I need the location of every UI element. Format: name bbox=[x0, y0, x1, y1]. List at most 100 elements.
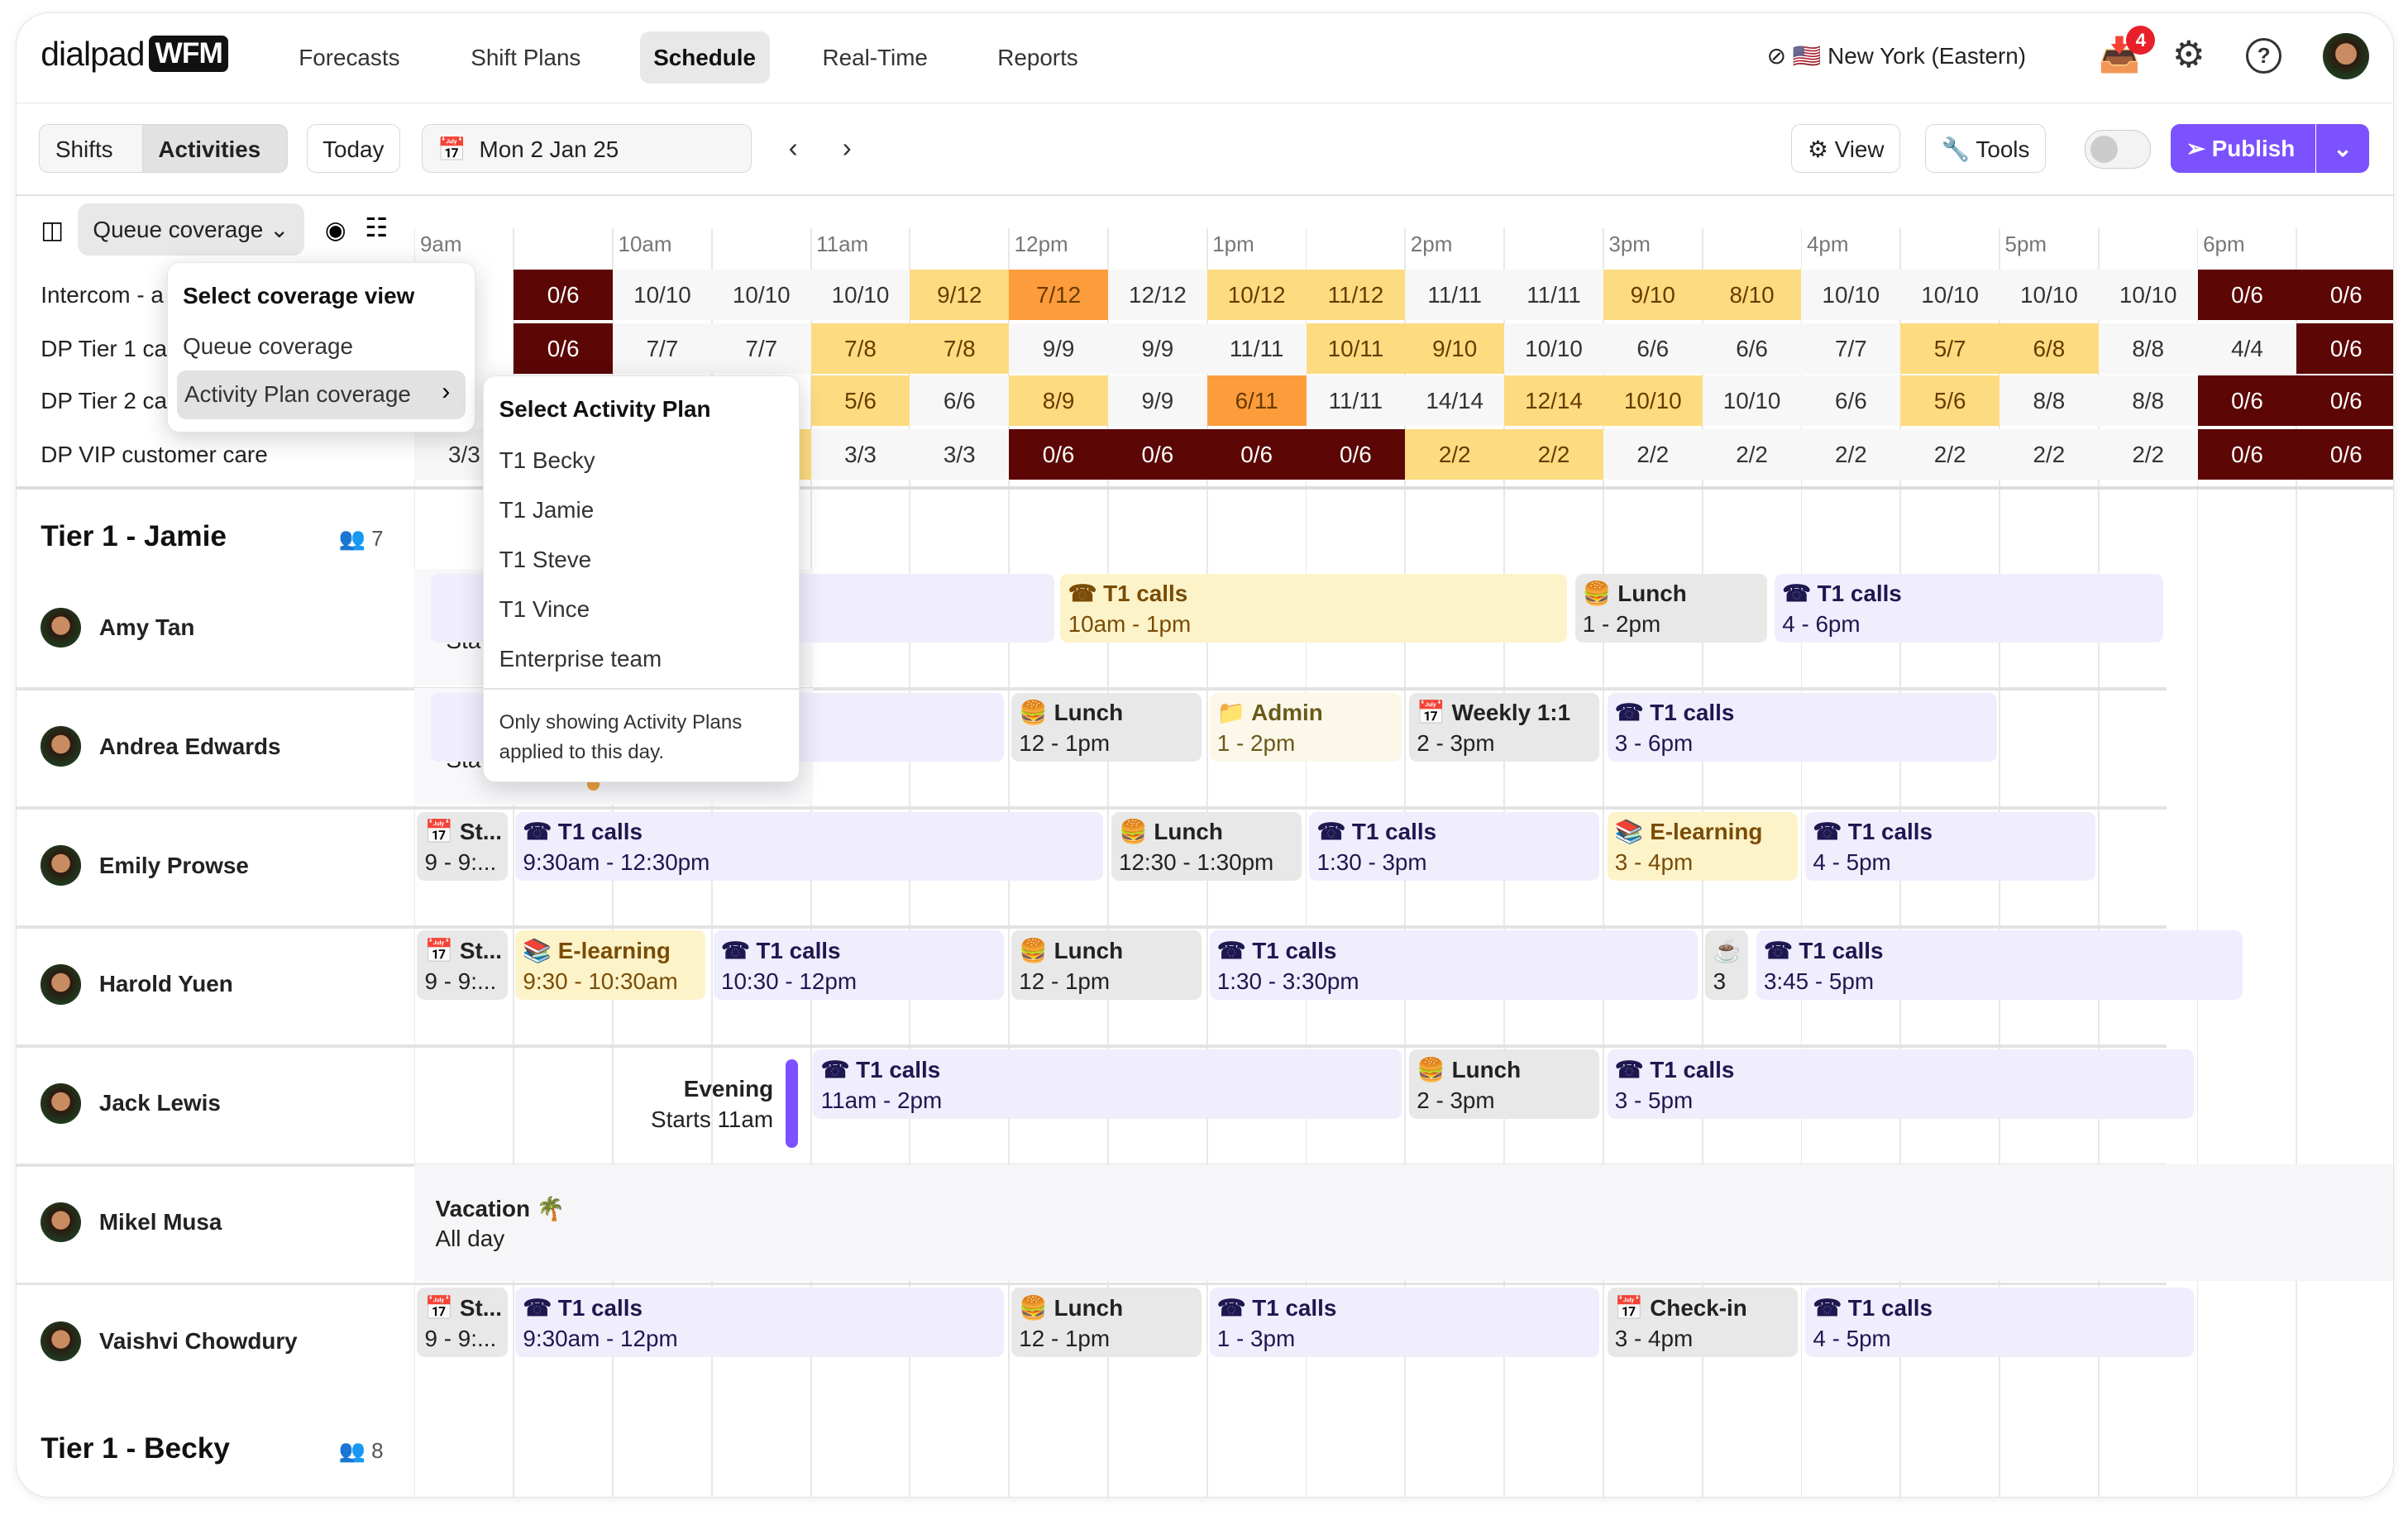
coverage-cell: 0/6 bbox=[2197, 269, 2297, 321]
activity-block[interactable]: ☎ T1 calls 11am - 2pm bbox=[813, 1049, 1402, 1119]
tools-button[interactable]: 🔧 Tools bbox=[1924, 123, 2046, 173]
row-divider bbox=[16, 1282, 2167, 1286]
toggle-switch[interactable] bbox=[2085, 129, 2152, 169]
activity-block[interactable]: ☎ T1 calls 3:45 - 5pm bbox=[1756, 930, 2243, 1001]
next-day-chevron-icon[interactable]: › bbox=[843, 133, 852, 165]
person-row-2[interactable]: Emily Prowse bbox=[41, 845, 249, 886]
activity-block[interactable]: ☎ T1 calls 4 - 5pm bbox=[1805, 811, 2096, 882]
activity-title: 📅 St... bbox=[424, 819, 502, 845]
activity-time: 12 - 1pm bbox=[1019, 730, 1111, 757]
coverage-cell: 9/9 bbox=[1107, 323, 1207, 375]
coverage-cell: 10/12 bbox=[1206, 269, 1307, 321]
coverage-cell: 10/10 bbox=[1999, 269, 2099, 321]
nav-reports[interactable]: Reports bbox=[984, 31, 1092, 84]
activity-block[interactable]: ☎ T1 calls 3 - 6pm bbox=[1607, 692, 1998, 762]
activity-block[interactable]: 🍔 Lunch 12 - 1pm bbox=[1010, 1288, 1202, 1357]
activity-block[interactable]: 🍔 Lunch 12:30 - 1:30pm bbox=[1111, 811, 1302, 882]
activity-time: 3 - 5pm bbox=[1614, 1087, 1694, 1114]
collapse-panel-icon[interactable]: ◫ bbox=[41, 216, 64, 245]
activity-block[interactable]: ☎ T1 calls 10:30 - 12pm bbox=[713, 930, 1004, 1001]
activity-time: 3 - 4pm bbox=[1614, 1325, 1694, 1351]
evening-label: Evening bbox=[683, 1075, 774, 1102]
person-row-1[interactable]: Andrea Edwards bbox=[41, 726, 281, 767]
activity-block[interactable]: ☎ T1 calls 1:30 - 3:30pm bbox=[1209, 930, 1698, 1001]
activity-block[interactable]: 📅 St... 9 - 9:... bbox=[417, 1288, 508, 1357]
menu-item-queue-coverage[interactable]: Queue coverage bbox=[183, 333, 353, 360]
activity-block[interactable]: 🍔 Lunch 12 - 1pm bbox=[1010, 692, 1202, 762]
activity-block[interactable]: ☎ T1 calls 9:30am - 12:30pm bbox=[515, 811, 1104, 882]
tools-label: Tools bbox=[1976, 136, 2030, 162]
person-name: Jack Lewis bbox=[98, 1090, 221, 1116]
activity-block[interactable]: ☎ T1 calls 10am - 1pm bbox=[1060, 573, 1568, 643]
menu-item-plan[interactable]: Enterprise team bbox=[499, 646, 662, 672]
coverage-cell: 0/6 bbox=[2296, 323, 2394, 375]
person-row-4[interactable]: Jack Lewis bbox=[41, 1083, 221, 1124]
nav-real-time[interactable]: Real-Time bbox=[809, 31, 942, 84]
shifts-tab[interactable]: Shifts bbox=[39, 123, 144, 173]
activity-block[interactable]: 🍔 Lunch 1 - 2pm bbox=[1574, 573, 1767, 643]
filter-sliders-icon[interactable]: ☷ bbox=[365, 213, 388, 243]
person-row-0[interactable]: Amy Tan bbox=[41, 607, 194, 648]
activity-block[interactable]: ☎ T1 calls 1 - 3pm bbox=[1209, 1288, 1600, 1357]
help-icon[interactable]: ? bbox=[2246, 37, 2282, 74]
menu-item-plan[interactable]: T1 Becky bbox=[499, 447, 595, 474]
user-avatar[interactable] bbox=[2322, 32, 2369, 79]
activity-time: 9:30 - 10:30am bbox=[523, 968, 678, 995]
coverage-cell: 0/6 bbox=[1206, 429, 1307, 480]
today-button[interactable]: Today bbox=[306, 123, 400, 173]
person-row-6[interactable]: Vaishvi Chowdury bbox=[41, 1321, 298, 1362]
activity-block[interactable]: 📅 Weekly 1:1 2 - 3pm bbox=[1408, 692, 1600, 762]
prev-day-chevron-icon[interactable]: ‹ bbox=[789, 133, 798, 165]
activity-block[interactable]: 📚 E-learning 3 - 4pm bbox=[1607, 811, 1798, 882]
gear-icon: ⚙ bbox=[1807, 136, 1828, 162]
activity-block[interactable]: ☎ T1 calls 9:30am - 12pm bbox=[515, 1288, 1004, 1357]
avatar bbox=[41, 1083, 81, 1124]
activity-block[interactable]: 🍔 Lunch 12 - 1pm bbox=[1010, 930, 1202, 1001]
coverage-cell: 7/8 bbox=[810, 323, 910, 375]
publish-options-chevron-icon[interactable]: ⌄ bbox=[2316, 123, 2369, 173]
eye-icon[interactable]: ◉ bbox=[325, 216, 346, 245]
globe-icon: ⊘ bbox=[1766, 43, 1786, 69]
coverage-cell: 5/6 bbox=[810, 375, 910, 427]
nav-forecasts[interactable]: Forecasts bbox=[285, 31, 414, 84]
coverage-view-dropdown[interactable]: Queue coverage ⌄ bbox=[77, 203, 304, 256]
activity-title: 🍔 Lunch bbox=[1019, 938, 1124, 964]
notification-badge: 4 bbox=[2126, 25, 2156, 55]
activity-block[interactable]: 📅 Check-in 3 - 4pm bbox=[1607, 1288, 1798, 1357]
activity-block[interactable]: ☎ T1 calls 3 - 5pm bbox=[1607, 1049, 2194, 1119]
menu-item-plan[interactable]: T1 Steve bbox=[499, 547, 591, 573]
nav-schedule[interactable]: Schedule bbox=[639, 31, 770, 84]
activities-tab[interactable]: Activities bbox=[141, 123, 289, 173]
activity-block[interactable]: 🍔 Lunch 2 - 3pm bbox=[1408, 1049, 1600, 1119]
coverage-cell: 2/2 bbox=[1900, 429, 1999, 480]
menu-item-plan[interactable]: T1 Jamie bbox=[499, 497, 595, 523]
time-label-1pm: 1pm bbox=[1212, 231, 1254, 256]
group-member-count: 👥 7 bbox=[339, 526, 384, 552]
activity-block[interactable]: ☎ T1 calls 4 - 6pm bbox=[1774, 573, 2163, 643]
row-divider bbox=[16, 1044, 2167, 1048]
activity-block[interactable]: 📅 St... 9 - 9:... bbox=[417, 930, 508, 1001]
coverage-cell: 6/8 bbox=[1999, 323, 2099, 375]
send-icon: ➢ bbox=[2186, 135, 2205, 161]
activity-block[interactable]: ☎ T1 calls 1:30 - 3pm bbox=[1309, 811, 1600, 882]
publish-button[interactable]: ➢ Publish bbox=[2171, 123, 2315, 173]
coverage-cell: 14/14 bbox=[1405, 375, 1505, 427]
date-picker[interactable]: 📅 Mon 2 Jan 25 bbox=[421, 123, 752, 173]
coverage-cell: 0/6 bbox=[2296, 429, 2394, 480]
menu-item-plan[interactable]: T1 Vince bbox=[499, 596, 590, 623]
person-row-3[interactable]: Harold Yuen bbox=[41, 964, 233, 1005]
timezone-selector[interactable]: ⊘ 🇺🇸 New York (Eastern) bbox=[1767, 42, 2026, 69]
activity-block[interactable]: ☎ T1 calls 4 - 5pm bbox=[1805, 1288, 2194, 1357]
view-button[interactable]: ⚙ View bbox=[1791, 123, 1901, 173]
activity-block[interactable]: 📚 E-learning 9:30 - 10:30am bbox=[515, 930, 706, 1001]
activity-block[interactable]: 📅 St... 9 - 9:... bbox=[417, 811, 508, 882]
menu-item-activity-plan-coverage[interactable]: Activity Plan coverage › bbox=[176, 370, 466, 420]
activity-time: 1:30 - 3pm bbox=[1316, 849, 1427, 876]
activity-block[interactable]: ☕ 3 bbox=[1705, 930, 1749, 1001]
person-name: Andrea Edwards bbox=[98, 733, 281, 759]
logo[interactable]: dialpad WFM bbox=[41, 35, 229, 74]
gear-icon[interactable]: ⚙ bbox=[2172, 33, 2205, 76]
person-row-5[interactable]: Mikel Musa bbox=[41, 1202, 222, 1243]
nav-shift-plans[interactable]: Shift Plans bbox=[457, 31, 595, 84]
activity-block[interactable]: 📁 Admin 1 - 2pm bbox=[1209, 692, 1402, 762]
